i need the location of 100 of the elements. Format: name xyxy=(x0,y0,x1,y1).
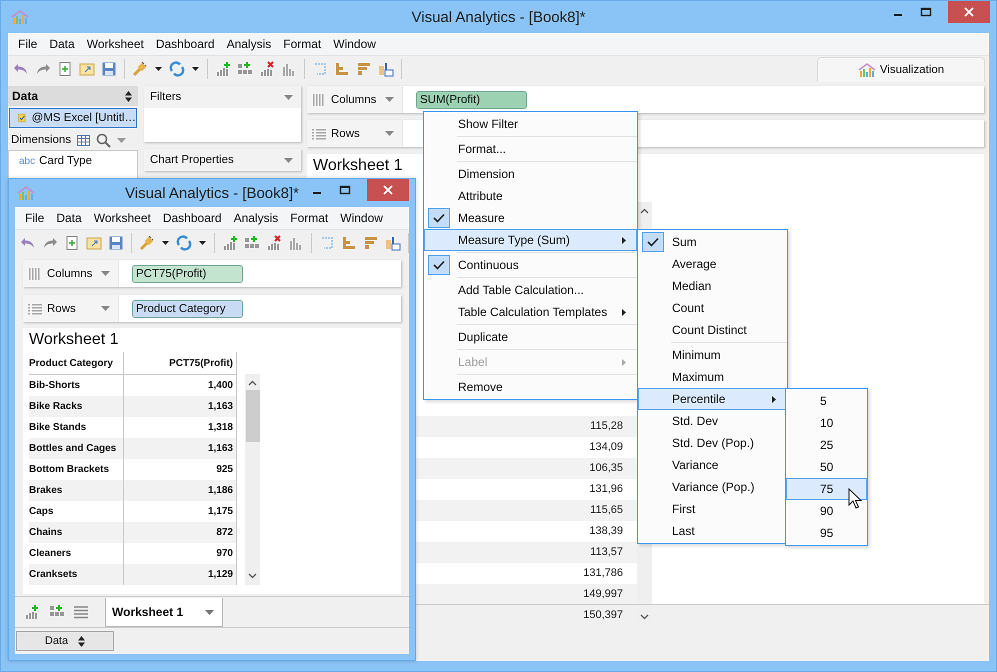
visualization-tab[interactable]: Visualization xyxy=(817,56,985,82)
caret-icon[interactable] xyxy=(199,241,206,245)
bar-chart-icon[interactable] xyxy=(281,61,297,77)
filters-header[interactable]: Filters xyxy=(144,86,301,108)
shelf-label[interactable]: Columns xyxy=(23,260,119,287)
close-button[interactable] xyxy=(367,179,409,201)
menu-item[interactable]: First xyxy=(638,498,787,520)
bars-left-icon[interactable] xyxy=(334,61,350,77)
menu-item[interactable]: Std. Dev (Pop.) xyxy=(638,432,787,454)
menu-item[interactable]: Measure Type (Sum) xyxy=(424,229,637,251)
menu-bar-item[interactable]: File xyxy=(25,211,44,225)
dropdown-caret-icon[interactable] xyxy=(117,138,126,142)
bar-chart-plus-icon[interactable] xyxy=(222,235,238,251)
maximize-icon[interactable] xyxy=(920,6,932,18)
open-folder-icon[interactable] xyxy=(79,61,95,77)
dropdown-caret-icon[interactable] xyxy=(101,306,110,311)
menu-bar-item[interactable]: Data xyxy=(49,37,75,51)
bar-chart-plus-icon[interactable] xyxy=(215,61,231,77)
menu-item[interactable]: Std. Dev xyxy=(638,410,787,432)
bar-chart-x-icon[interactable] xyxy=(259,61,275,77)
menu-item[interactable]: Attribute xyxy=(424,185,637,207)
bars-left-icon[interactable] xyxy=(341,235,357,251)
grid-plus-icon[interactable] xyxy=(237,61,253,77)
dropdown-caret-icon[interactable] xyxy=(284,158,293,162)
scroll-down-icon[interactable] xyxy=(640,614,649,620)
dropdown-caret-icon[interactable] xyxy=(385,97,394,102)
caret-icon[interactable] xyxy=(192,67,199,71)
menu-item[interactable]: 95 xyxy=(786,522,867,544)
menu-item[interactable]: 90 xyxy=(786,500,867,522)
menu-item[interactable]: 5 xyxy=(786,390,867,412)
shelf-label[interactable]: Columns xyxy=(307,86,403,113)
search-icon[interactable] xyxy=(96,132,112,148)
table-icon[interactable] xyxy=(77,134,90,146)
menu-item[interactable]: Duplicate xyxy=(424,326,637,348)
menu-bar-item[interactable]: Data xyxy=(56,211,82,225)
menu-item[interactable]: Dimension xyxy=(424,163,637,185)
new-worksheet-icon[interactable] xyxy=(25,604,41,620)
dropdown-caret-icon[interactable] xyxy=(284,94,293,100)
caret-icon[interactable] xyxy=(162,241,169,245)
menu-item[interactable]: Count Distinct xyxy=(638,319,787,341)
field-item[interactable]: abc Card Type xyxy=(9,151,137,171)
bar-chart-x-icon[interactable] xyxy=(266,235,282,251)
grid-plus-icon[interactable] xyxy=(244,235,260,251)
sheet-tab[interactable]: Worksheet 1 xyxy=(105,598,224,627)
menu-item[interactable]: Add Table Calculation... xyxy=(424,279,637,301)
menu-bar-item[interactable]: Format xyxy=(290,211,328,225)
shelf-label[interactable]: Rows xyxy=(23,295,119,322)
caret-icon[interactable] xyxy=(155,67,162,71)
refresh-icon[interactable] xyxy=(169,61,185,77)
menu-item[interactable]: Remove xyxy=(424,376,637,398)
list-icon[interactable] xyxy=(73,605,89,619)
menu-item[interactable]: Show Filter xyxy=(424,113,637,135)
menu-item[interactable]: Last xyxy=(638,520,787,542)
sort-arrows-icon[interactable] xyxy=(125,90,132,102)
close-button[interactable] xyxy=(948,1,990,23)
dropdown-caret-icon[interactable] xyxy=(385,131,394,136)
scrollbar-thumb[interactable] xyxy=(246,390,260,442)
dropdown-caret-icon[interactable] xyxy=(101,271,110,276)
new-document-icon[interactable] xyxy=(57,61,73,77)
menu-item[interactable]: Maximum xyxy=(638,366,787,388)
scroll-up-icon[interactable] xyxy=(248,380,257,386)
menu-bar-item[interactable]: Window xyxy=(340,211,383,225)
menu-item[interactable]: Percentile xyxy=(638,388,787,410)
menu-item[interactable]: Median xyxy=(638,275,787,297)
new-document-icon[interactable] xyxy=(64,235,80,251)
menu-bar-item[interactable]: Window xyxy=(333,37,376,51)
menu-item[interactable]: Variance (Pop.) xyxy=(638,476,787,498)
maximize-icon[interactable] xyxy=(339,184,351,196)
save-icon[interactable] xyxy=(108,235,124,251)
chart-box-icon[interactable] xyxy=(378,61,394,77)
menu-bar-item[interactable]: Analysis xyxy=(234,211,278,225)
plug-icon[interactable] xyxy=(132,61,148,77)
menu-bar-item[interactable]: Analysis xyxy=(226,37,272,51)
menu-item[interactable]: 75 xyxy=(786,478,867,500)
menu-bar-item[interactable]: Worksheet xyxy=(94,211,151,225)
menu-item[interactable]: 25 xyxy=(786,434,867,456)
field-pill[interactable]: PCT75(Profit) xyxy=(132,264,243,282)
menu-item[interactable]: Measure xyxy=(424,207,637,229)
menu-item[interactable]: Continuous xyxy=(424,254,637,276)
chart-box-icon[interactable] xyxy=(385,235,401,251)
menu-bar-item[interactable]: Worksheet xyxy=(86,37,144,51)
data-panel-header[interactable]: Data xyxy=(8,86,138,106)
dropdown-caret-icon[interactable] xyxy=(205,610,214,614)
field-pill[interactable]: SUM(Profit) xyxy=(416,90,527,108)
menu-item[interactable]: Sum xyxy=(638,231,787,253)
shelf-label[interactable]: Rows xyxy=(307,120,403,147)
menu-bar-item[interactable]: Format xyxy=(283,37,322,51)
refresh-icon[interactable] xyxy=(176,235,192,251)
lasso-icon[interactable] xyxy=(312,61,328,77)
menu-bar-item[interactable]: Dashboard xyxy=(156,37,215,51)
plug-icon[interactable] xyxy=(139,235,155,251)
menu-item[interactable]: Count xyxy=(638,297,787,319)
chart-properties-header[interactable]: Chart Properties xyxy=(144,149,301,171)
menu-bar-item[interactable]: Dashboard xyxy=(162,211,222,225)
field-pill[interactable]: Product Category xyxy=(132,300,243,318)
menu-item[interactable]: Variance xyxy=(638,454,787,476)
data-button[interactable]: Data xyxy=(16,631,114,651)
bar-chart-icon[interactable] xyxy=(288,235,304,251)
menu-item[interactable]: Average xyxy=(638,253,787,275)
scroll-down-icon[interactable] xyxy=(248,573,257,579)
